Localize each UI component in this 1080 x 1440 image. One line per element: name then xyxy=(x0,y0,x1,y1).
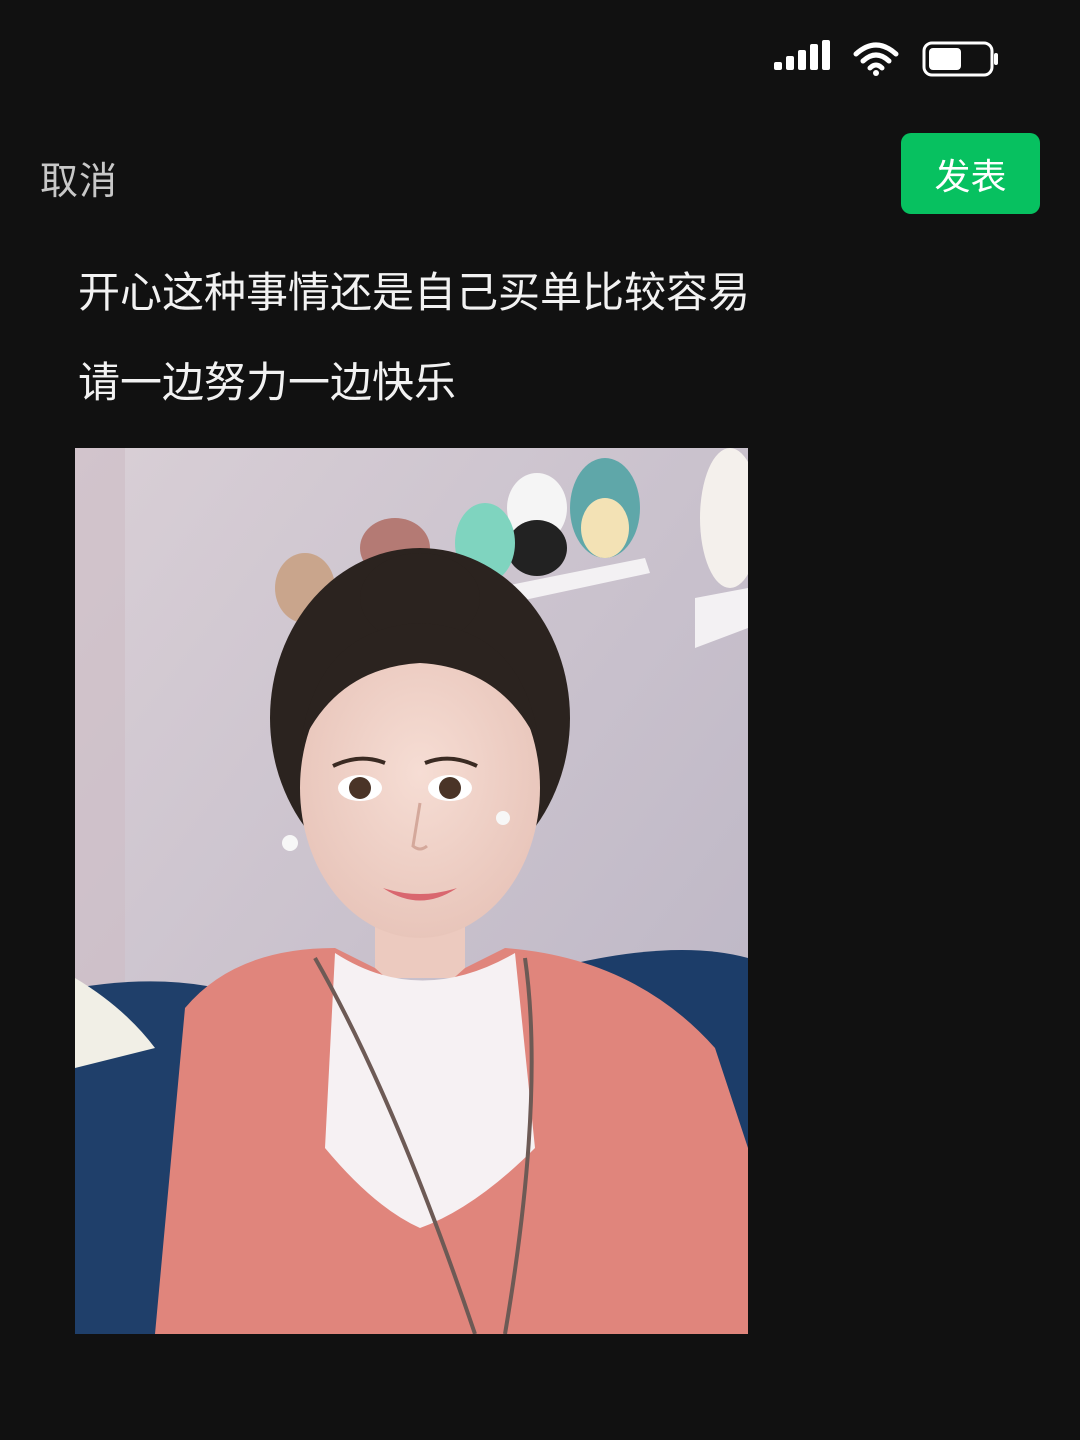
cancel-button[interactable]: 取消 xyxy=(40,150,118,205)
publish-button[interactable]: 发表 xyxy=(901,133,1040,214)
post-line: 请一边努力一边快乐 xyxy=(78,358,457,407)
post-line: 开心这种事情还是自己买单比较容易 xyxy=(78,268,751,317)
status-bar xyxy=(774,40,1000,78)
signal-bars-icon xyxy=(774,40,830,76)
wifi-icon xyxy=(853,42,899,76)
post-text[interactable]: 开心这种事情还是自己买单比较容易 请一边努力一边快乐 xyxy=(78,248,750,428)
battery-icon xyxy=(922,41,998,77)
attached-photo[interactable] xyxy=(75,448,748,1334)
